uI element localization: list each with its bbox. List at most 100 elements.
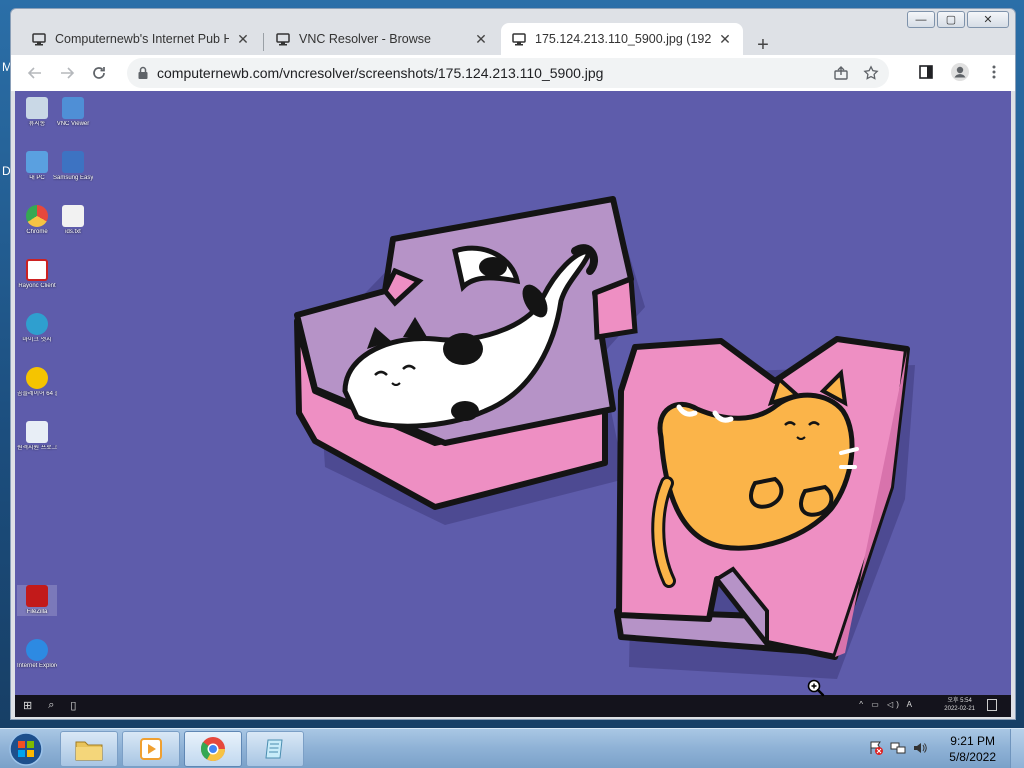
media-player-icon bbox=[140, 738, 162, 760]
edge-icon bbox=[26, 313, 48, 335]
arrow-left-icon bbox=[27, 67, 41, 79]
remote-desktop-icon[interactable]: Samsung Easy Set bbox=[53, 151, 93, 182]
side-panel-button[interactable] bbox=[915, 61, 937, 83]
text-file-icon bbox=[62, 205, 84, 227]
remote-date: 2022-02-21 bbox=[944, 706, 975, 712]
remote-desktop-icon[interactable]: 곰플레이어 64 플러스 bbox=[17, 367, 57, 398]
remote-desktop-icon[interactable]: FileZilla bbox=[17, 585, 57, 616]
icon-label: Internet Explorer bbox=[17, 663, 57, 669]
action-center-flag-icon[interactable] bbox=[868, 740, 884, 756]
menu-button[interactable] bbox=[983, 61, 1005, 83]
profile-button[interactable] bbox=[949, 61, 971, 83]
tab-title: 175.124.213.110_5900.jpg (1920 bbox=[535, 32, 711, 46]
windows-logo-icon bbox=[9, 732, 43, 766]
screenshot-image[interactable]: 휴지통 VNC Viewer 내 PC Samsung Easy Set Chr… bbox=[15, 91, 1011, 717]
remote-tray: ^ ▭ ◁) A bbox=[859, 700, 915, 709]
tab-screenshot-jpg[interactable]: 175.124.213.110_5900.jpg (1920 ✕ bbox=[501, 23, 743, 55]
back-button[interactable] bbox=[23, 61, 47, 85]
tab-strip: Computernewb's Internet Pub Hu ✕ VNC Res… bbox=[11, 19, 1015, 57]
zoom-in-cursor-icon bbox=[807, 679, 825, 697]
remote-task-view-icon: ▯ bbox=[70, 700, 77, 712]
network-icon[interactable] bbox=[890, 740, 906, 756]
volume-icon[interactable] bbox=[912, 740, 928, 756]
remote-desktop-icon[interactable]: 내 PC bbox=[17, 151, 57, 182]
tab-computernewb[interactable]: Computernewb's Internet Pub Hu ✕ bbox=[21, 23, 261, 55]
taskbar-media-player[interactable] bbox=[122, 731, 180, 767]
icon-label: 내 PC bbox=[29, 175, 45, 181]
close-tab-icon[interactable]: ✕ bbox=[717, 31, 733, 48]
remote-desktop-icon[interactable]: VNC Viewer bbox=[53, 97, 93, 128]
side-panel-icon bbox=[919, 65, 933, 79]
wallpaper-art bbox=[15, 91, 1011, 717]
remote-taskbar: ⊞ ⌕ ▯ ^ ▭ ◁) A 오후 5:54 2022-02-21 bbox=[15, 695, 1011, 717]
rayonc-client-icon bbox=[26, 259, 48, 281]
icon-label: Rayonc Client bbox=[18, 283, 56, 289]
vnc-favicon-icon bbox=[511, 31, 527, 47]
chrome-window: — ▢ ✕ Computernewb's Internet Pub Hu ✕ V… bbox=[10, 8, 1016, 720]
reload-icon bbox=[93, 67, 105, 79]
clock-date: 5/8/2022 bbox=[949, 750, 996, 764]
taskbar-clock[interactable]: 9:21 PM 5/8/2022 bbox=[949, 733, 996, 765]
icon-label: 휴지통 bbox=[28, 121, 46, 127]
bookmark-star-icon[interactable] bbox=[863, 65, 879, 81]
vnc-viewer-icon bbox=[62, 97, 84, 119]
remote-support-icon bbox=[26, 421, 48, 443]
this-pc-icon bbox=[26, 151, 48, 173]
remote-desktop-icon[interactable]: Internet Explorer bbox=[17, 639, 57, 670]
remote-desktop-icon[interactable]: ids.txt bbox=[53, 205, 93, 236]
avatar-icon bbox=[951, 63, 969, 81]
taskbar-file-explorer[interactable] bbox=[60, 731, 118, 767]
remote-start-icon: ⊞ bbox=[23, 700, 33, 712]
windows-taskbar: 9:21 PM 5/8/2022 bbox=[0, 728, 1024, 768]
close-tab-icon[interactable]: ✕ bbox=[473, 31, 489, 48]
system-tray bbox=[868, 740, 928, 756]
taskbar-notepad[interactable] bbox=[246, 731, 304, 767]
icon-label: 곰플레이어 64 플러스 bbox=[17, 391, 57, 397]
remote-desktop-icon[interactable]: 마이크 엣지 bbox=[17, 313, 57, 344]
internet-explorer-icon bbox=[26, 639, 48, 661]
remote-search-icon: ⌕ bbox=[48, 699, 55, 711]
lock-icon bbox=[138, 66, 148, 79]
remote-desktop-icon[interactable]: Chrome bbox=[17, 205, 57, 236]
reload-button[interactable] bbox=[87, 61, 111, 85]
recycle-bin-icon bbox=[26, 97, 48, 119]
close-tab-icon[interactable]: ✕ bbox=[235, 31, 251, 48]
folder-icon bbox=[75, 741, 103, 761]
show-desktop-button[interactable] bbox=[1010, 729, 1024, 768]
remote-notification-icon bbox=[987, 699, 997, 711]
remote-desktop-icon[interactable]: 원격지원 프로그램 bbox=[17, 421, 57, 452]
browser-toolbar: computernewb.com/vncresolver/screenshots… bbox=[11, 55, 1015, 91]
kebab-menu-icon bbox=[992, 65, 996, 79]
remote-desktop-icon[interactable]: Rayonc Client bbox=[17, 259, 57, 290]
icon-label: ids.txt bbox=[65, 229, 81, 235]
address-bar[interactable]: computernewb.com/vncresolver/screenshots… bbox=[127, 58, 889, 88]
start-button[interactable] bbox=[4, 730, 48, 768]
tab-vnc-resolver[interactable]: VNC Resolver - Browse ✕ bbox=[265, 23, 499, 55]
remote-desktop-icon[interactable]: 휴지통 bbox=[17, 97, 57, 128]
icon-label: 원격지원 프로그램 bbox=[17, 445, 57, 451]
tab-title: VNC Resolver - Browse bbox=[299, 32, 431, 46]
tab-separator bbox=[263, 33, 264, 51]
address-url: computernewb.com/vncresolver/screenshots… bbox=[157, 65, 604, 81]
vnc-favicon-icon bbox=[275, 31, 291, 47]
new-tab-button[interactable]: + bbox=[751, 33, 775, 57]
arrow-right-icon bbox=[61, 67, 75, 79]
player-icon bbox=[26, 367, 48, 389]
tab-title: Computernewb's Internet Pub Hu bbox=[55, 32, 229, 46]
icon-label: Samsung Easy Set bbox=[53, 175, 93, 181]
remote-time: 오후 5:54 bbox=[947, 698, 972, 704]
filezilla-icon bbox=[26, 585, 48, 607]
icon-label: FileZilla bbox=[26, 609, 48, 615]
remote-clock: 오후 5:54 2022-02-21 bbox=[944, 697, 975, 713]
icon-label: 마이크 엣지 bbox=[22, 337, 52, 343]
notepad-icon bbox=[265, 739, 283, 759]
clock-time: 9:21 PM bbox=[950, 734, 995, 748]
chrome-icon bbox=[200, 737, 225, 762]
taskbar-chrome[interactable] bbox=[184, 731, 242, 767]
chrome-icon bbox=[26, 205, 48, 227]
forward-button[interactable] bbox=[55, 61, 79, 85]
vnc-favicon-icon bbox=[31, 31, 47, 47]
share-icon[interactable] bbox=[833, 65, 849, 81]
icon-label: VNC Viewer bbox=[56, 121, 90, 127]
icon-label: Chrome bbox=[26, 229, 48, 235]
